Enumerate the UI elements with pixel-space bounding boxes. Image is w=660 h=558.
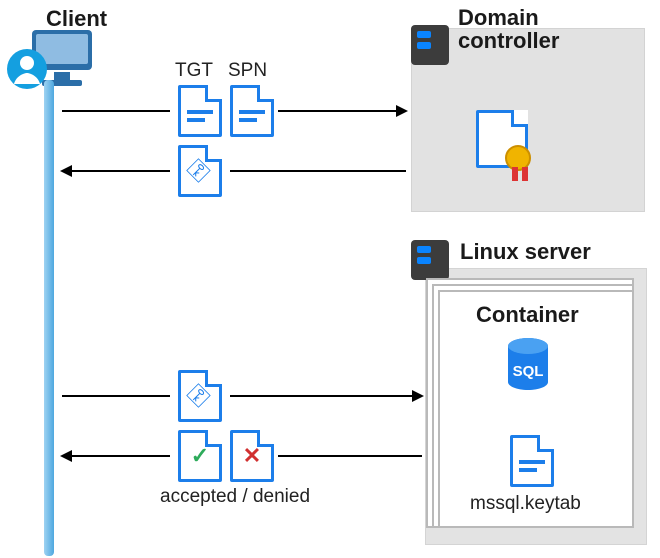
arrow-linux-to-docs bbox=[278, 455, 422, 457]
container-label: Container bbox=[476, 302, 579, 328]
arrow-dc-to-docs bbox=[230, 170, 406, 172]
svg-text:SQL: SQL bbox=[513, 363, 544, 380]
tgt-document-icon bbox=[178, 85, 222, 137]
check-document-icon: ✓ bbox=[178, 430, 222, 482]
arrow-client-to-docs-2 bbox=[62, 395, 170, 397]
tgt-caption: TGT bbox=[175, 60, 213, 82]
domain-controller-label: Domain controller bbox=[458, 6, 559, 52]
cross-document-icon: ✕ bbox=[230, 430, 274, 482]
dc-label-line1: Domain bbox=[458, 5, 539, 30]
accepted-denied-caption: accepted / denied bbox=[160, 486, 310, 508]
keytab-document-icon bbox=[510, 435, 554, 487]
client-lifeline bbox=[44, 80, 54, 556]
spn-document-icon bbox=[230, 85, 274, 137]
client-user-icon bbox=[6, 48, 48, 90]
linux-server-label: Linux server bbox=[460, 239, 591, 265]
arrow-docs-to-client-1 bbox=[62, 170, 170, 172]
dc-label-line2: controller bbox=[458, 28, 559, 53]
certificate-icon bbox=[476, 110, 528, 168]
keytab-file-label: mssql.keytab bbox=[470, 493, 581, 515]
sql-database-icon: SQL bbox=[504, 336, 552, 396]
arrow-docs-to-linux bbox=[230, 395, 422, 397]
server-rack-icon bbox=[411, 240, 449, 280]
server-rack-icon bbox=[411, 25, 449, 65]
key-document-icon: ⚿ bbox=[178, 145, 222, 197]
arrow-docs-to-client-2 bbox=[62, 455, 170, 457]
key-document-icon: ⚿ bbox=[178, 370, 222, 422]
arrow-docs-to-dc bbox=[278, 110, 406, 112]
arrow-client-to-docs-1 bbox=[62, 110, 170, 112]
spn-caption: SPN bbox=[228, 60, 267, 82]
